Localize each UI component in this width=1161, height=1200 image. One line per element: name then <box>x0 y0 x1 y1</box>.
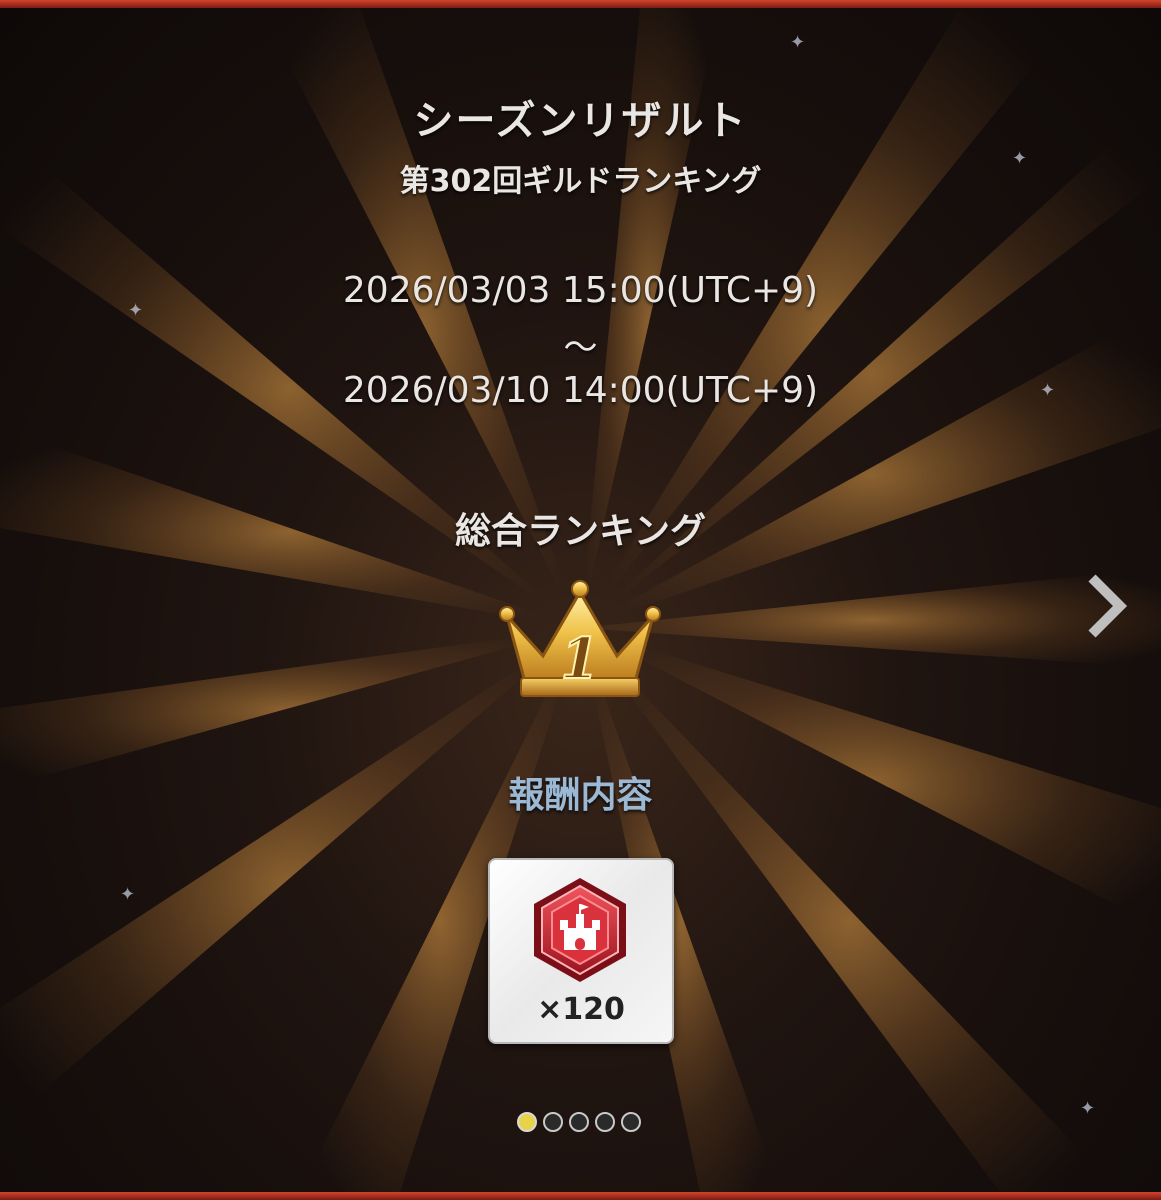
page-dot-4[interactable] <box>595 1112 615 1132</box>
frame-bottom-border <box>0 1192 1161 1200</box>
rank-crown-icon: 1 <box>499 580 661 697</box>
period-start: 2026/03/03 15:00(UTC+9) <box>342 270 819 311</box>
page-dot-1[interactable] <box>517 1112 537 1132</box>
sparkle-icon: ✦ <box>790 32 806 53</box>
overall-ranking-label: 総合ランキング <box>455 511 706 552</box>
sparkle-icon: ✦ <box>120 884 136 905</box>
reward-item-card[interactable]: ×120 <box>488 858 674 1044</box>
page-indicator <box>517 1112 647 1134</box>
castle-medal-icon <box>534 878 626 982</box>
page-dot-2[interactable] <box>543 1112 563 1132</box>
page-dot-5[interactable] <box>621 1112 641 1132</box>
frame-top-border <box>0 0 1161 8</box>
page-title: シーズンリザルト <box>413 98 748 144</box>
reward-count: ×120 <box>537 992 625 1027</box>
period-end: 2026/03/10 14:00(UTC+9) <box>342 370 819 411</box>
reward-contents-label: 報酬内容 <box>508 775 653 816</box>
sparkle-icon: ✦ <box>1080 1098 1096 1119</box>
season-result-panel: ✦ ✦ ✦ ✦ ✦ ✦ シーズンリザルト 第302回ギルドランキング 2026/… <box>0 8 1161 1192</box>
next-page-arrow[interactable] <box>1082 570 1130 642</box>
page-dot-3[interactable] <box>569 1112 589 1132</box>
period-separator: 〜 <box>563 328 598 368</box>
rank-number: 1 <box>561 626 600 692</box>
ranking-event-subtitle: 第302回ギルドランキング <box>399 164 762 199</box>
